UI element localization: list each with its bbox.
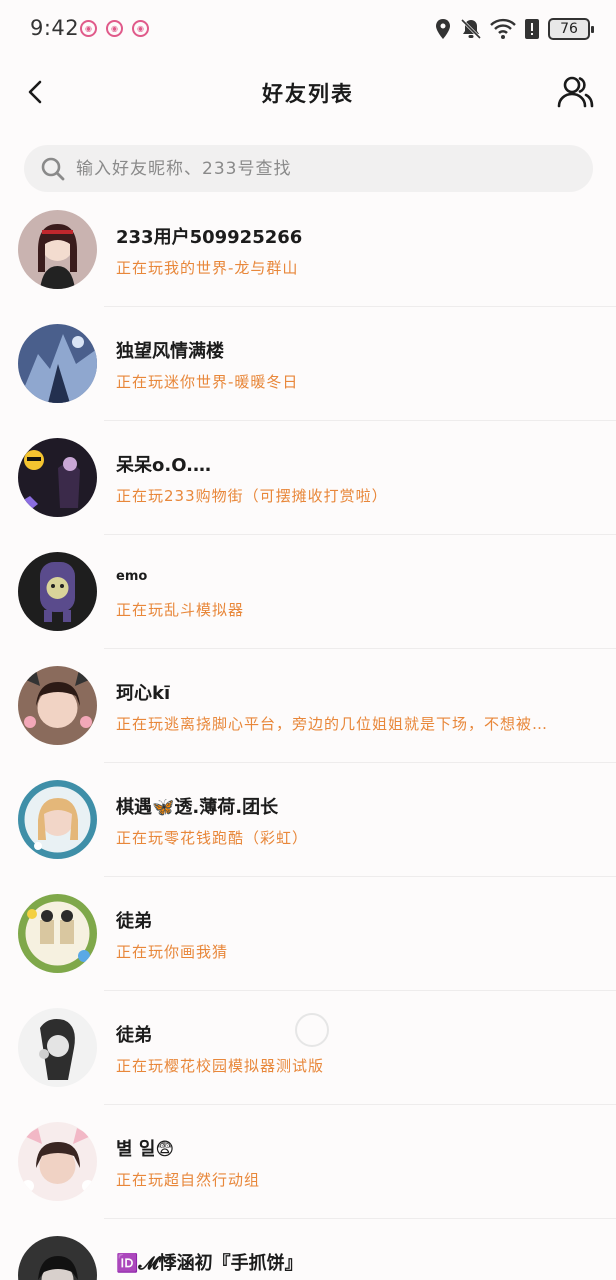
friend-name: 별 일😨 bbox=[116, 1139, 175, 1160]
pig-icon: ◉ bbox=[106, 20, 123, 37]
friend-name: 🆔𝓜悸涵初『手抓饼』 bbox=[116, 1253, 303, 1274]
friend-status: 正在玩我的世界-龙与群山 bbox=[116, 259, 299, 277]
friend-status: 正在玩你画我猜 bbox=[116, 943, 229, 961]
avatar bbox=[18, 1236, 97, 1280]
loading-spinner bbox=[295, 1013, 329, 1047]
nav-bar: 好友列表 bbox=[0, 58, 616, 128]
avatar bbox=[18, 780, 97, 859]
friend-row[interactable]: 棋遇🦋透.薄荷.团长 正在玩零花钱跑酷（彩虹） bbox=[0, 763, 616, 877]
friend-row[interactable]: 233用户509925266 正在玩我的世界-龙与群山 bbox=[0, 193, 616, 307]
friend-row[interactable]: 徒弟 正在玩你画我猜 bbox=[0, 877, 616, 991]
status-icons: 76 bbox=[434, 16, 594, 42]
friend-name: 徒弟 bbox=[116, 1025, 152, 1046]
friend-name: 独望风情满楼 bbox=[116, 341, 224, 362]
friends-icon[interactable] bbox=[556, 72, 596, 112]
search-input[interactable] bbox=[76, 158, 556, 179]
friend-row[interactable]: 珂心kī 正在玩逃离挠脚心平台，旁边的几位姐姐就是下场，不想被… bbox=[0, 649, 616, 763]
friend-row[interactable]: 별 일😨 正在玩超自然行动组 bbox=[0, 1105, 616, 1219]
avatar bbox=[18, 210, 97, 289]
search-icon bbox=[41, 157, 65, 180]
pig-icon: ◉ bbox=[132, 20, 149, 37]
friend-status: 正在玩超自然行动组 bbox=[116, 1171, 261, 1189]
status-time: 9:42 bbox=[30, 16, 80, 40]
page-title: 好友列表 bbox=[262, 82, 354, 106]
friend-list: 233用户509925266 正在玩我的世界-龙与群山 独望风情满楼 正在玩迷你… bbox=[0, 193, 616, 1280]
avatar bbox=[18, 666, 97, 745]
friend-row[interactable]: 徒弟 正在玩樱花校园模拟器测试版 bbox=[0, 991, 616, 1105]
friend-status: 正在玩迷你世界-暖暖冬日 bbox=[116, 373, 299, 391]
battery-icon: 76 bbox=[548, 18, 594, 40]
avatar bbox=[18, 1008, 97, 1087]
friend-row[interactable]: emo 正在玩乱斗模拟器 bbox=[0, 535, 616, 649]
friend-row[interactable]: 🆔𝓜悸涵初『手抓饼』 bbox=[0, 1219, 616, 1280]
friend-name: emo bbox=[116, 569, 148, 584]
friend-status: 正在玩零花钱跑酷（彩虹） bbox=[116, 829, 309, 847]
avatar bbox=[18, 438, 97, 517]
friend-status: 正在玩233购物街（可摆摊收打赏啦） bbox=[116, 487, 388, 505]
friend-status: 正在玩逃离挠脚心平台，旁边的几位姐姐就是下场，不想被… bbox=[116, 715, 549, 733]
friend-name: 棋遇🦋透.薄荷.团长 bbox=[116, 797, 279, 818]
search-bar[interactable] bbox=[24, 145, 593, 192]
friend-name: 珂心kī bbox=[116, 683, 171, 704]
alert-icon bbox=[525, 19, 539, 39]
friend-status: 正在玩乱斗模拟器 bbox=[116, 601, 245, 619]
pig-icon: ◉ bbox=[80, 20, 97, 37]
friend-row[interactable]: 独望风情满楼 正在玩迷你世界-暖暖冬日 bbox=[0, 307, 616, 421]
friend-name: 徒弟 bbox=[116, 911, 152, 932]
mute-bell-icon bbox=[460, 18, 482, 40]
friend-name: 呆呆o.O.… bbox=[116, 455, 211, 476]
avatar bbox=[18, 1122, 97, 1201]
wifi-icon bbox=[490, 18, 516, 39]
friend-status: 正在玩樱花校园模拟器测试版 bbox=[116, 1057, 325, 1075]
avatar bbox=[18, 324, 97, 403]
avatar bbox=[18, 894, 97, 973]
status-bar: 9:42 ◉ ◉ ◉ 76 bbox=[0, 0, 616, 58]
avatar bbox=[18, 552, 97, 631]
location-icon bbox=[436, 19, 450, 39]
friend-name: 233用户509925266 bbox=[116, 227, 303, 248]
friend-row[interactable]: 呆呆o.O.… 正在玩233购物街（可摆摊收打赏啦） bbox=[0, 421, 616, 535]
